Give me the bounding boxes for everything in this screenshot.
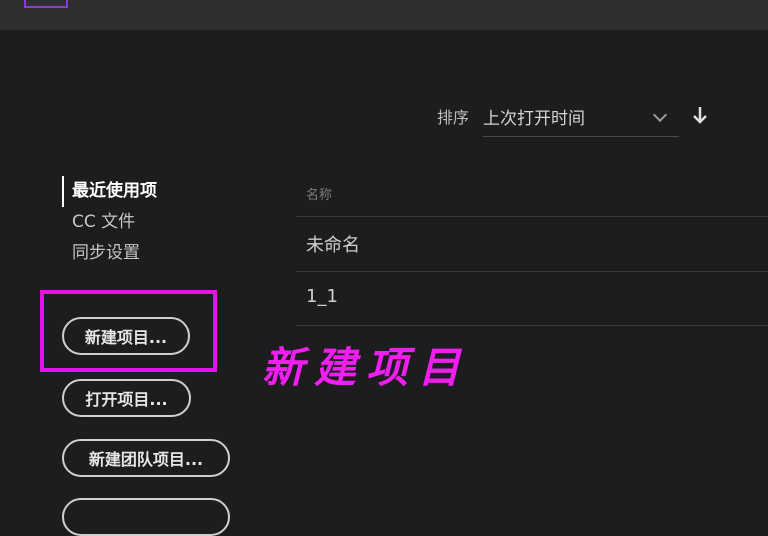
top-bar [0, 0, 768, 30]
file-name: 未命名 [306, 235, 360, 256]
more-button[interactable] [62, 498, 230, 536]
app-logo [24, 0, 68, 8]
sort-value: 上次打开时间 [483, 109, 585, 129]
open-project-button[interactable]: 打开项目... [62, 379, 191, 417]
annotation-text: 新建项目 [262, 343, 471, 392]
sidebar-item-recent[interactable]: 最近使用项 [62, 176, 157, 207]
row-divider [296, 325, 768, 326]
sort-label: 排序 [437, 108, 470, 127]
new-team-project-button[interactable]: 新建团队项目... [62, 439, 230, 477]
sidebar-item-sync-settings[interactable]: 同步设置 [62, 238, 157, 269]
sidebar-nav: 最近使用项 CC 文件 同步设置 [62, 176, 157, 269]
sort-direction-button[interactable] [690, 104, 710, 126]
file-row[interactable]: 1_1 [296, 271, 768, 326]
file-row[interactable]: 未命名 [296, 216, 768, 271]
chevron-down-icon [652, 107, 668, 123]
sort-dropdown[interactable]: 上次打开时间 [483, 100, 679, 137]
sidebar-item-cc-files[interactable]: CC 文件 [62, 207, 157, 238]
arrow-down-icon [693, 107, 707, 124]
column-header-name: 名称 [306, 188, 333, 203]
file-name: 1_1 [306, 286, 338, 307]
highlight-box [40, 290, 217, 372]
